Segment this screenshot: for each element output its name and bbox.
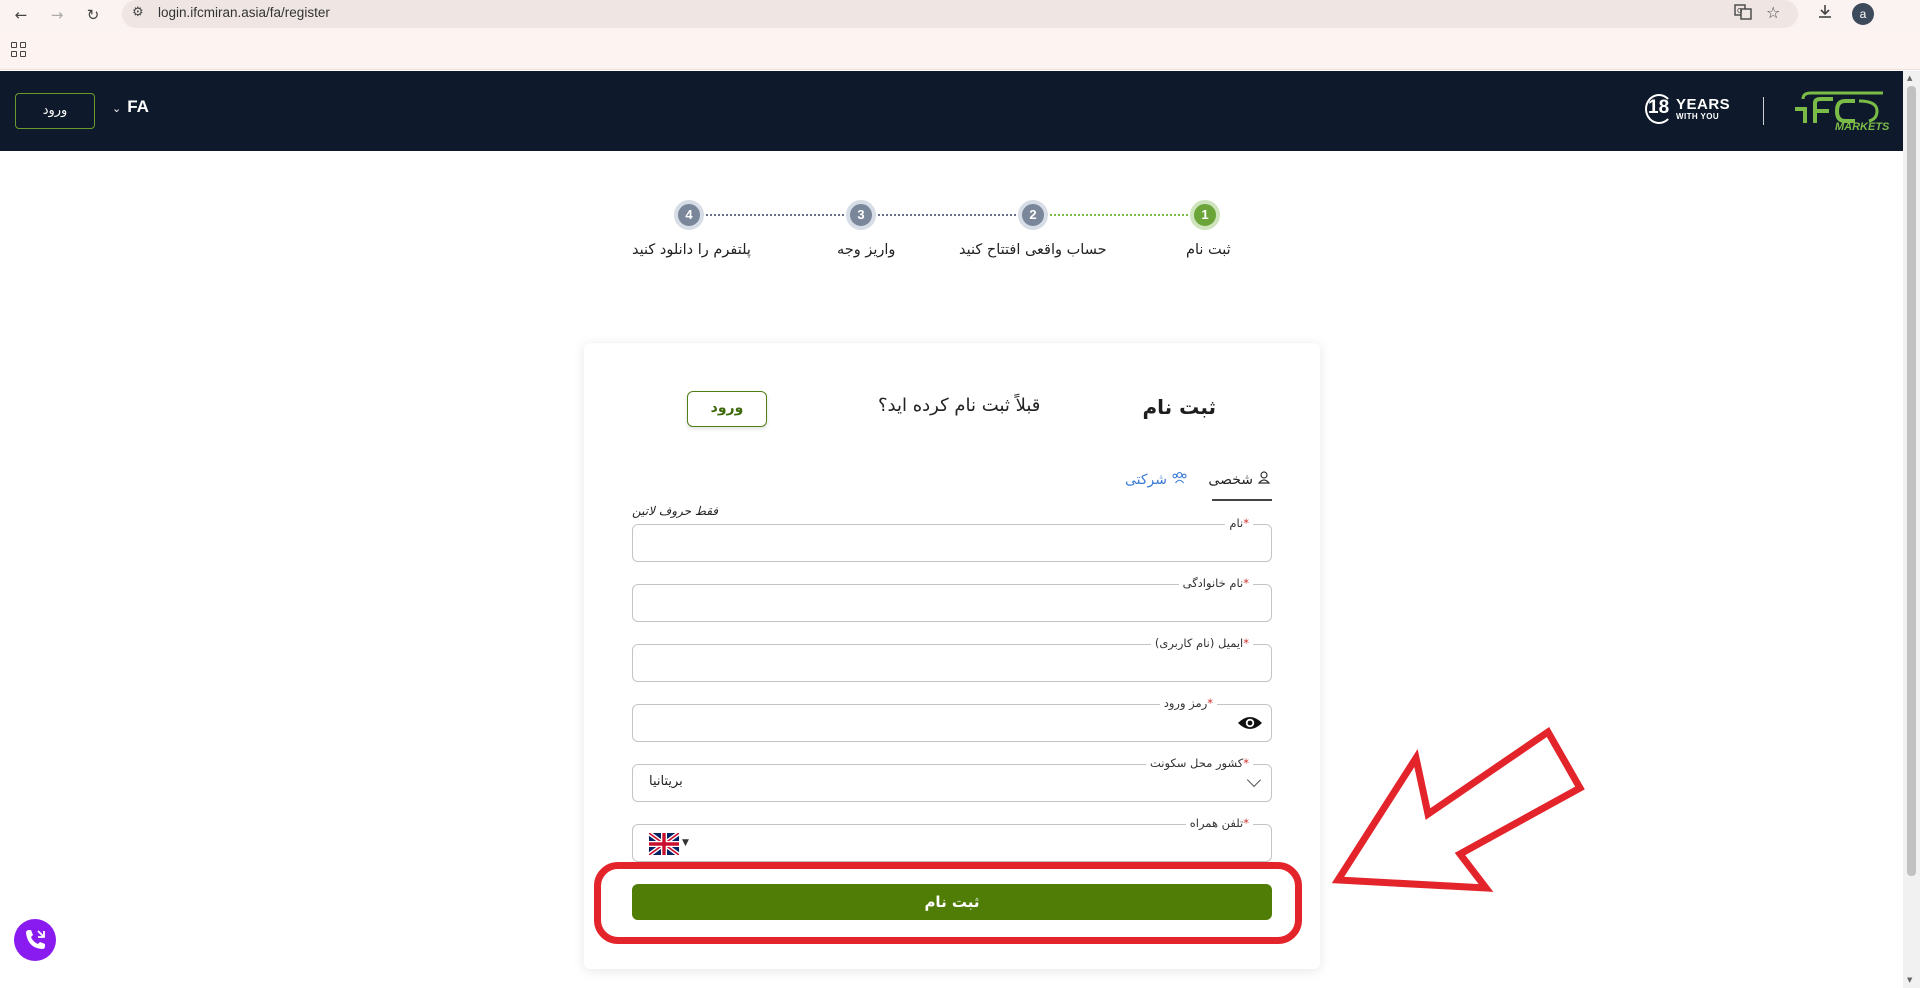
reload-icon[interactable]: ↻ [80, 2, 106, 28]
back-icon[interactable]: ← [8, 2, 34, 28]
country-select[interactable]: *کشور محل سکونت بریتانیا [632, 756, 1272, 802]
step-1-label: ثبت نام [1186, 242, 1231, 258]
registration-stepper: 1 2 3 4 ثبت نام حساب واقعی افتتاح کنید و… [600, 196, 1260, 276]
last-name-field[interactable]: *نام خانوادگی [632, 576, 1272, 622]
phone-field[interactable]: *تلفن همراه ▼ [632, 816, 1272, 862]
address-bar[interactable]: ⚙ login.ifcmiran.asia/fa/register [122, 0, 1798, 28]
tab-personal[interactable]: شخصی [1208, 465, 1272, 501]
password-field[interactable]: *رمز ورود [632, 696, 1272, 742]
email-field[interactable]: *ایمیل (نام کاربری) [632, 636, 1272, 682]
url-text[interactable]: login.ifcmiran.asia/fa/register [158, 5, 330, 20]
card-login-button[interactable]: ورود [687, 391, 767, 427]
step-2-label: حساب واقعی افتتاح کنید [959, 242, 1107, 258]
bookmark-bar [0, 30, 1920, 70]
step-connector-1 [1034, 214, 1204, 216]
svg-text:G: G [1737, 7, 1742, 15]
scroll-up-icon[interactable]: ▲ [1907, 74, 1912, 82]
tab-personal-label: شخصی [1208, 472, 1253, 488]
account-type-tabs: شخصی شرکتی [584, 465, 1320, 505]
phone-callback-icon [26, 930, 45, 949]
logo-subtitle: MARKETS [1835, 121, 1890, 133]
step-connector-3 [690, 214, 860, 216]
scrollbar-thumb[interactable] [1907, 86, 1916, 876]
eye-icon[interactable] [1237, 714, 1263, 732]
header-divider [1763, 97, 1764, 125]
step-3-label: واریز وجه [837, 242, 896, 258]
language-switcher[interactable]: ⌄ FA [112, 97, 149, 117]
language-code: FA [127, 97, 149, 116]
email-label: *ایمیل (نام کاربری) [1150, 636, 1253, 650]
tab-company-label: شرکتی [1124, 472, 1167, 488]
bookmark-star-icon[interactable]: ☆ [1766, 3, 1780, 22]
phone-label: *تلفن همراه [1185, 816, 1253, 830]
group-icon [1172, 466, 1187, 496]
last-name-label: *نام خانوادگی [1178, 576, 1253, 590]
arrow-annotation [1331, 726, 1585, 892]
forward-icon[interactable]: → [44, 2, 70, 28]
step-3-circle: 3 [846, 200, 876, 230]
site-settings-icon[interactable]: ⚙ [132, 5, 144, 20]
first-name-label: *نام [1225, 516, 1253, 530]
scroll-down-icon[interactable]: ▼ [1907, 976, 1912, 984]
download-icon[interactable] [1816, 3, 1834, 25]
highlight-annotation [594, 862, 1302, 944]
site-header: ورود ⌄ FA 18 YEARS WITH YOU MARKETS [0, 71, 1903, 151]
tab-company[interactable]: شرکتی [1124, 465, 1188, 501]
ifc-markets-logo[interactable]: MARKETS [1793, 89, 1889, 135]
person-icon [1257, 466, 1271, 496]
years-word: YEARS [1676, 96, 1731, 113]
chevron-down-icon [1246, 772, 1262, 788]
step-connector-2 [862, 214, 1032, 216]
card-title: ثبت نام [1142, 395, 1217, 419]
step-1-circle: 1 [1190, 200, 1220, 230]
profile-avatar[interactable]: a [1852, 3, 1874, 25]
country-selected-value: بریتانیا [649, 774, 683, 789]
country-label: *کشور محل سکونت [1145, 756, 1253, 770]
header-login-button[interactable]: ورود [15, 93, 95, 129]
translate-icon[interactable]: G [1734, 3, 1752, 25]
password-label: *رمز ورود [1159, 696, 1217, 710]
step-4-label: پلتفرم را دانلود کنید [632, 242, 751, 258]
step-2-circle: 2 [1018, 200, 1048, 230]
latin-only-hint: فقط حروف لاتین [632, 504, 719, 518]
already-registered-text: قبلاً ثبت نام کرده اید؟ [878, 395, 1041, 416]
years-subtitle: WITH YOU [1676, 112, 1720, 121]
country-code-dropdown[interactable]: ▼ [647, 831, 701, 857]
apps-icon[interactable] [11, 42, 27, 58]
caret-down-icon: ▼ [682, 838, 689, 848]
years-number: 18 [1648, 97, 1670, 118]
chevron-down-icon: ⌄ [112, 103, 122, 115]
browser-toolbar: ← → ↻ ⚙ login.ifcmiran.asia/fa/register … [0, 0, 1920, 30]
step-4-circle: 4 [674, 200, 704, 230]
uk-flag-icon [647, 831, 681, 857]
call-button[interactable] [14, 919, 56, 961]
first-name-field[interactable]: *نام [632, 516, 1272, 562]
